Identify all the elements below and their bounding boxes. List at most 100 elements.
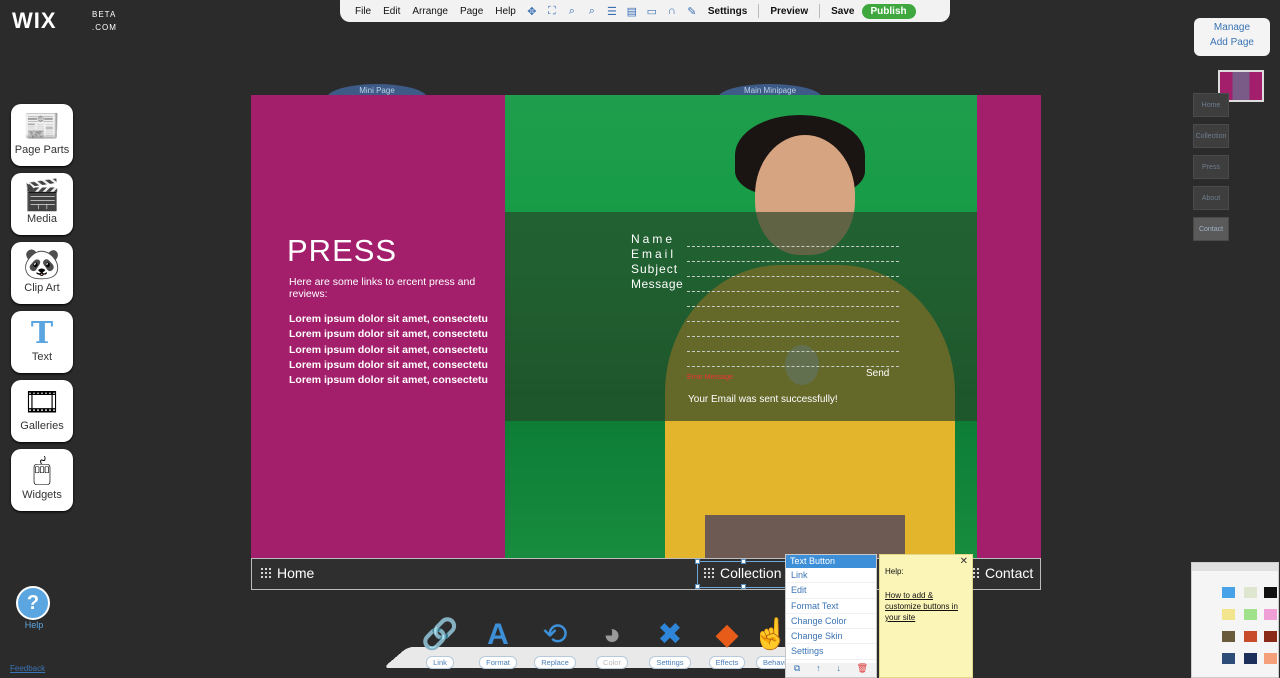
- page-parts-button[interactable]: 📰 Page Parts: [11, 104, 73, 166]
- beta-label: BETA: [92, 10, 117, 19]
- ctx-format-text[interactable]: Format Text: [786, 599, 876, 614]
- resize-handle[interactable]: [741, 559, 746, 564]
- swatch: [1264, 609, 1277, 620]
- clip-art-icon: 🐼: [23, 247, 61, 281]
- press-title[interactable]: PRESS: [287, 233, 397, 269]
- ctx-settings[interactable]: Settings: [786, 644, 876, 660]
- form-message-line: [687, 351, 899, 352]
- add-page-link[interactable]: Add Page: [1194, 33, 1270, 48]
- ctx-link[interactable]: Link: [786, 568, 876, 584]
- ctx-change-skin[interactable]: Change Skin: [786, 629, 876, 645]
- nav-contact[interactable]: Contact: [968, 565, 1033, 581]
- page-manager-panel: Manage Add Page: [1194, 18, 1270, 56]
- manage-link[interactable]: Manage: [1194, 18, 1270, 33]
- form-email-field[interactable]: [687, 261, 899, 262]
- page-item-contact[interactable]: Contact: [1193, 217, 1229, 241]
- nav-home-label: Home: [277, 565, 315, 581]
- form-message-line: [687, 366, 899, 367]
- form-message-field[interactable]: [687, 291, 899, 292]
- effects-icon: ◆: [715, 618, 739, 651]
- swatch: [1222, 631, 1235, 642]
- press-link[interactable]: Lorem ipsum dolor sit amet, consectetu: [289, 374, 488, 389]
- form-subject-field[interactable]: [687, 276, 899, 277]
- format-tool-label: Format: [479, 656, 517, 669]
- behavior-tool-label: Behavior: [756, 656, 786, 669]
- press-link[interactable]: Lorem ipsum dolor sit amet, consectetu: [289, 328, 488, 343]
- media-button[interactable]: 🎬 Media: [11, 173, 73, 235]
- widgets-icon: 🖱: [33, 454, 51, 487]
- selection-box[interactable]: [695, 559, 789, 589]
- resize-handle[interactable]: [695, 559, 700, 564]
- copy-icon[interactable]: ⧉: [794, 663, 800, 677]
- move-icon[interactable]: ✥: [523, 4, 541, 18]
- menu-page[interactable]: Page: [455, 6, 488, 17]
- link-tool[interactable]: 🔗 Link: [417, 614, 463, 670]
- align-icon[interactable]: ☰: [603, 4, 621, 18]
- press-subtitle[interactable]: Here are some links to ercent press and …: [289, 276, 489, 300]
- frame-icon[interactable]: ▭: [643, 4, 661, 18]
- replace-tool[interactable]: ⟲ Replace: [532, 614, 578, 670]
- menu-file[interactable]: File: [350, 6, 376, 17]
- resize-handle[interactable]: [695, 584, 700, 589]
- zoom-in-icon[interactable]: ⌕: [563, 4, 581, 18]
- wix-logo[interactable]: WIX BETA .COM: [12, 8, 116, 34]
- panel-titlebar: [1192, 563, 1278, 571]
- pin-icon[interactable]: ✎: [683, 4, 701, 18]
- background-panel-thumb[interactable]: [1191, 562, 1279, 678]
- form-name-field[interactable]: [687, 246, 899, 247]
- publish-button[interactable]: Publish: [861, 3, 916, 19]
- menu-help[interactable]: Help: [490, 6, 521, 17]
- text-button-context-menu: Text Button Link Edit Format Text Change…: [785, 554, 877, 678]
- feedback-link[interactable]: Feedback: [10, 664, 45, 673]
- ctx-change-color[interactable]: Change Color: [786, 614, 876, 630]
- widgets-button[interactable]: 🖱 Widgets: [11, 449, 73, 511]
- clip-art-button[interactable]: 🐼 Clip Art: [11, 242, 73, 304]
- menu-edit[interactable]: Edit: [378, 6, 405, 17]
- close-icon[interactable]: ✕: [960, 556, 968, 567]
- page-item-home[interactable]: Home: [1193, 93, 1229, 117]
- help-note-link[interactable]: How to add & customize buttons in your s…: [885, 590, 967, 623]
- settings-button[interactable]: Settings: [703, 6, 752, 17]
- distribute-icon[interactable]: ▤: [623, 4, 641, 18]
- preview-button[interactable]: Preview: [765, 6, 813, 17]
- color-tool-label: Color: [596, 656, 628, 669]
- page-item-about[interactable]: About: [1193, 186, 1229, 210]
- clip-art-label: Clip Art: [24, 282, 60, 294]
- magnet-icon[interactable]: ∩: [663, 4, 681, 18]
- page-canvas[interactable]: PRESS Here are some links to ercent pres…: [251, 95, 1041, 590]
- save-button[interactable]: Save: [826, 6, 859, 17]
- nav-contact-label: Contact: [985, 565, 1034, 581]
- behavior-tool[interactable]: ☝ Behavior: [756, 614, 786, 670]
- format-tool[interactable]: A Format: [475, 614, 521, 670]
- nav-home[interactable]: Home: [260, 565, 314, 581]
- galleries-button[interactable]: 🎞 Galleries: [11, 380, 73, 442]
- help-icon: ?: [16, 586, 50, 620]
- top-toolbar: File Edit Arrange Page Help ✥ ⛶ ⌕ ⌕ ☰ ▤ …: [340, 0, 950, 22]
- delete-icon[interactable]: 🗑: [857, 663, 868, 677]
- divider: [758, 4, 760, 18]
- settings-tool[interactable]: ✖ Settings: [647, 614, 693, 670]
- effects-tool[interactable]: ◆ Effects: [704, 614, 750, 670]
- help-button[interactable]: ? Help: [16, 586, 52, 636]
- press-link[interactable]: Lorem ipsum dolor sit amet, consectetu: [289, 359, 488, 374]
- ctx-edit[interactable]: Edit: [786, 583, 876, 599]
- press-link[interactable]: Lorem ipsum dolor sit amet, consectetu: [289, 344, 488, 359]
- resize-handle[interactable]: [741, 584, 746, 589]
- contact-form-overlay: [505, 212, 977, 421]
- page-item-collection[interactable]: Collection: [1193, 124, 1229, 148]
- page-parts-icon: 📰: [23, 109, 61, 143]
- arrow-down-icon[interactable]: ↓: [836, 663, 841, 677]
- press-link[interactable]: Lorem ipsum dolor sit amet, consectetu: [289, 313, 488, 328]
- send-button[interactable]: Send: [866, 368, 889, 379]
- swatch: [1264, 631, 1277, 642]
- media-label: Media: [27, 213, 57, 225]
- arrow-up-icon[interactable]: ↑: [816, 663, 821, 677]
- text-button[interactable]: T Text: [11, 311, 73, 373]
- menu-arrange[interactable]: Arrange: [407, 6, 453, 17]
- zoom-out-icon[interactable]: ⌕: [583, 4, 601, 18]
- color-tool[interactable]: ◕ Color: [589, 614, 635, 670]
- form-message-line: [687, 306, 899, 307]
- fit-icon[interactable]: ⛶: [543, 4, 561, 18]
- page-item-press[interactable]: Press: [1193, 155, 1229, 179]
- link-tool-label: Link: [426, 656, 454, 669]
